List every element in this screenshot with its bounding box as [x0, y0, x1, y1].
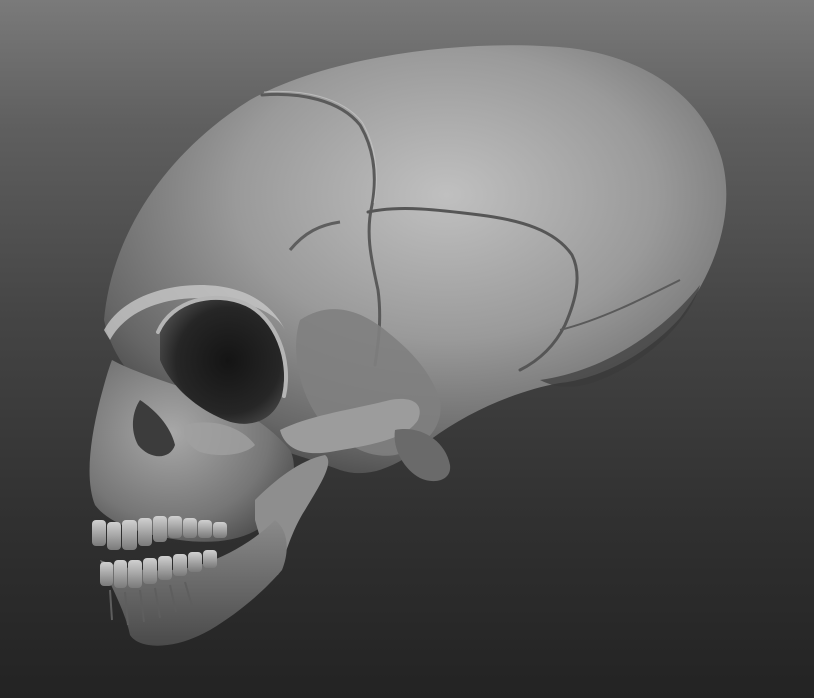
sculpt-viewport[interactable] [0, 0, 814, 698]
skull-render [89, 45, 727, 646]
upper-teeth [92, 516, 227, 550]
mastoid-process [394, 429, 451, 482]
